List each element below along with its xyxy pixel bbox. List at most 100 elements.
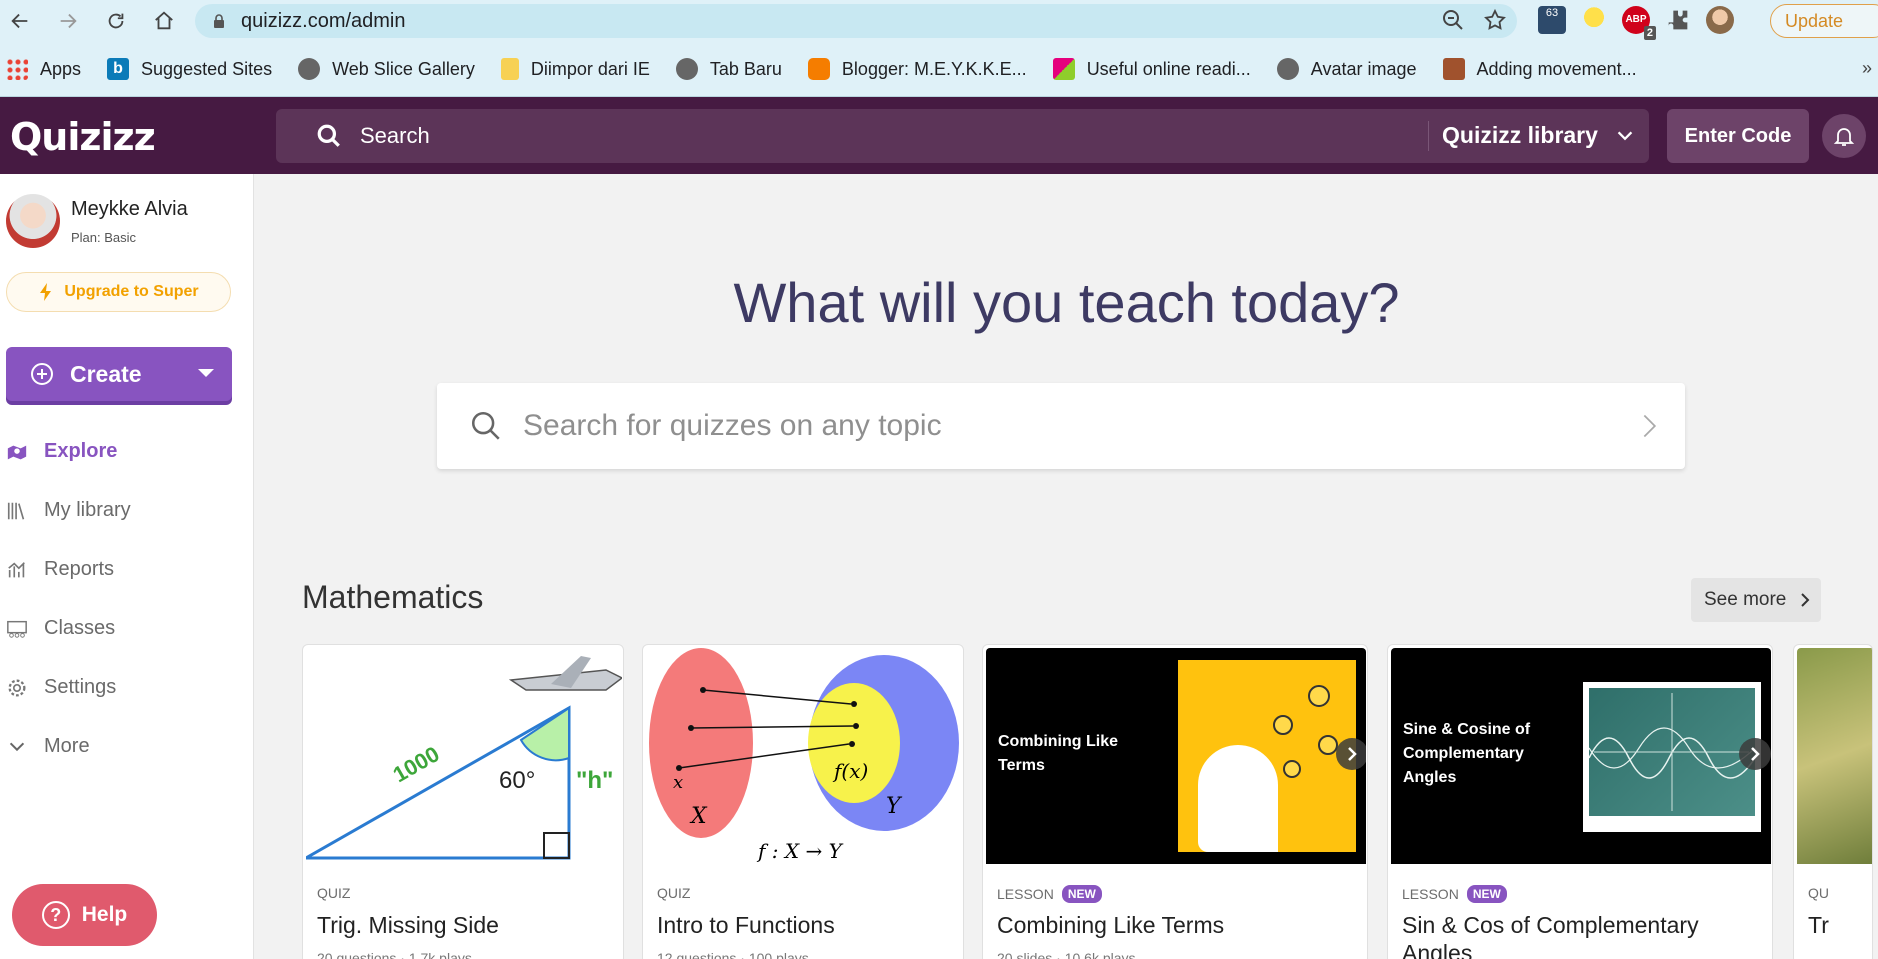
lightbulb-icon [1273, 715, 1293, 735]
quiz-card[interactable]: x X f(x) Y f : X → Y QUIZ Intro to Funct… [642, 644, 964, 959]
bookmark-diimpor-dari-ie[interactable]: Diimpor dari IE [500, 58, 650, 80]
explore-icon [7, 445, 27, 459]
reload-icon [108, 13, 124, 29]
bookmarks-overflow-button[interactable]: » [1862, 58, 1872, 79]
sidebar-item-my-library[interactable]: My library [0, 481, 254, 540]
bookmark-useful-online-reading[interactable]: Useful online readi... [1052, 58, 1251, 80]
search-icon [471, 411, 500, 440]
chevron-down-icon[interactable] [1614, 125, 1636, 147]
sidebar-item-explore[interactable]: Explore [0, 422, 254, 481]
topic-search-box[interactable] [437, 383, 1685, 469]
sidebar-item-reports[interactable]: Reports [0, 540, 254, 599]
adblock-extension-icon[interactable]: ABP 2 [1622, 6, 1656, 40]
card-thumbnail: Combining Like Terms [986, 648, 1366, 864]
sidebar-item-classes[interactable]: Classes [0, 599, 254, 658]
plus-circle-icon [31, 363, 53, 385]
sidebar-item-label: My library [44, 499, 131, 521]
forward-button[interactable] [48, 0, 88, 42]
reload-button[interactable] [96, 0, 136, 42]
avatar[interactable] [6, 194, 60, 248]
lightbulb-extension-icon[interactable] [1580, 6, 1608, 34]
profile-avatar-icon[interactable] [1706, 6, 1734, 34]
extension-counter-icon[interactable]: 63 [1538, 6, 1566, 34]
card-title: Combining Like Terms [997, 912, 1225, 938]
bookmark-label: Diimpor dari IE [530, 58, 650, 79]
bookmark-star-icon[interactable] [1483, 8, 1507, 32]
header-search-bar[interactable]: Search Quizizz library [276, 109, 1649, 163]
height-label: "h" [576, 767, 613, 794]
lesson-card[interactable]: Combining Like Terms LESSON NEW Combining… [982, 644, 1368, 959]
card-thumbnail: x X f(x) Y f : X → Y [646, 648, 962, 864]
help-button[interactable]: ? Help [12, 884, 157, 946]
see-more-button[interactable]: See more [1691, 578, 1821, 622]
bookmark-tab-baru[interactable]: Tab Baru [675, 58, 782, 80]
update-button[interactable]: Update [1770, 4, 1878, 38]
sidebar-nav: Explore My library Reports Classes Setti… [0, 422, 254, 776]
help-label: Help [81, 903, 128, 926]
create-button[interactable]: Create [6, 347, 232, 401]
lightbulb-icon [1283, 760, 1301, 778]
upgrade-label: Upgrade to Super [64, 283, 199, 300]
sidebar-item-label: Explore [44, 440, 118, 462]
lock-icon [214, 14, 224, 28]
thumb-illustration [1178, 660, 1356, 852]
carousel-next-button[interactable] [1336, 738, 1366, 770]
chevron-right-icon [1751, 747, 1760, 761]
sidebar-item-more[interactable]: More [0, 717, 254, 776]
back-arrow-icon [11, 13, 28, 29]
chevron-right-icon [1348, 747, 1357, 761]
url-text[interactable]: quizizz.com/admin [241, 10, 406, 33]
bookmark-blogger[interactable]: Blogger: M.E.Y.K.K.E... [807, 58, 1027, 80]
user-name: Meykke Alvia [71, 198, 188, 220]
bookmark-suggested-sites[interactable]: b Suggested Sites [107, 58, 272, 80]
card-meta: 20 questions · 1.7k plays [317, 950, 472, 959]
globe-icon [675, 58, 698, 80]
quiz-card[interactable]: QU Tr [1793, 644, 1873, 959]
sidebar: Meykke Alvia Plan: Basic Upgrade to Supe… [0, 174, 254, 959]
search-icon [317, 124, 340, 147]
app-header: Quizizz Search Quizizz library Enter Cod… [0, 97, 1878, 174]
card-title: Sin & Cos of Complementary Angles [1402, 912, 1699, 959]
quiz-card[interactable]: 1000 60° "h" QUIZ Trig. Missing Side 20 … [302, 644, 624, 959]
apps-grid-icon [6, 58, 28, 80]
zoom-icon[interactable] [1441, 8, 1465, 32]
bookmark-label: Web Slice Gallery [332, 58, 475, 79]
lightbulb-icon [1318, 735, 1338, 755]
fx-label: f(x) [832, 759, 868, 783]
carousel-next-button[interactable] [1739, 738, 1771, 770]
lesson-card[interactable]: Sine & Cosine of Complementary Angles LE… [1387, 644, 1773, 959]
topic-search-input[interactable] [523, 409, 1603, 443]
set-x-label: X [689, 804, 708, 829]
library-icon [7, 502, 25, 519]
puzzle-extensions-icon[interactable] [1664, 6, 1692, 34]
address-bar[interactable]: quizizz.com/admin [195, 4, 1517, 38]
caret-down-icon[interactable] [198, 369, 214, 377]
bookmark-apps[interactable]: Apps [6, 58, 81, 80]
home-button[interactable] [144, 0, 184, 42]
chevron-right-icon[interactable] [1635, 411, 1663, 441]
wave-graph-icon [1588, 693, 1756, 811]
bookmark-web-slice-gallery[interactable]: Web Slice Gallery [298, 58, 475, 80]
bookmark-avatar-image[interactable]: Avatar image [1276, 58, 1417, 80]
bookmark-adding-movement[interactable]: Adding movement... [1442, 58, 1637, 80]
chevron-down-icon [9, 742, 25, 751]
sidebar-item-label: Settings [44, 676, 117, 698]
quizizz-logo[interactable]: Quizizz [10, 115, 156, 159]
card-type: QU [1808, 885, 1829, 901]
library-selector[interactable]: Quizizz library [1442, 122, 1598, 149]
classes-icon [7, 620, 27, 638]
upgrade-button[interactable]: Upgrade to Super [6, 272, 231, 312]
extension-counter: 63 [1545, 7, 1559, 19]
back-button[interactable] [0, 0, 40, 42]
lightning-icon [40, 283, 52, 301]
enter-code-button[interactable]: Enter Code [1667, 109, 1809, 163]
notifications-button[interactable] [1822, 114, 1866, 158]
bing-icon: b [107, 58, 130, 80]
bookmark-label: Suggested Sites [141, 58, 273, 79]
see-more-label: See more [1704, 589, 1787, 610]
bookmark-label: Adding movement... [1476, 58, 1637, 79]
sidebar-item-settings[interactable]: Settings [0, 658, 254, 717]
colorful-square-icon [1052, 58, 1075, 80]
header-search-label: Search [360, 123, 430, 148]
thumb-title: Sine & Cosine of Complementary Angles [1403, 721, 1531, 786]
